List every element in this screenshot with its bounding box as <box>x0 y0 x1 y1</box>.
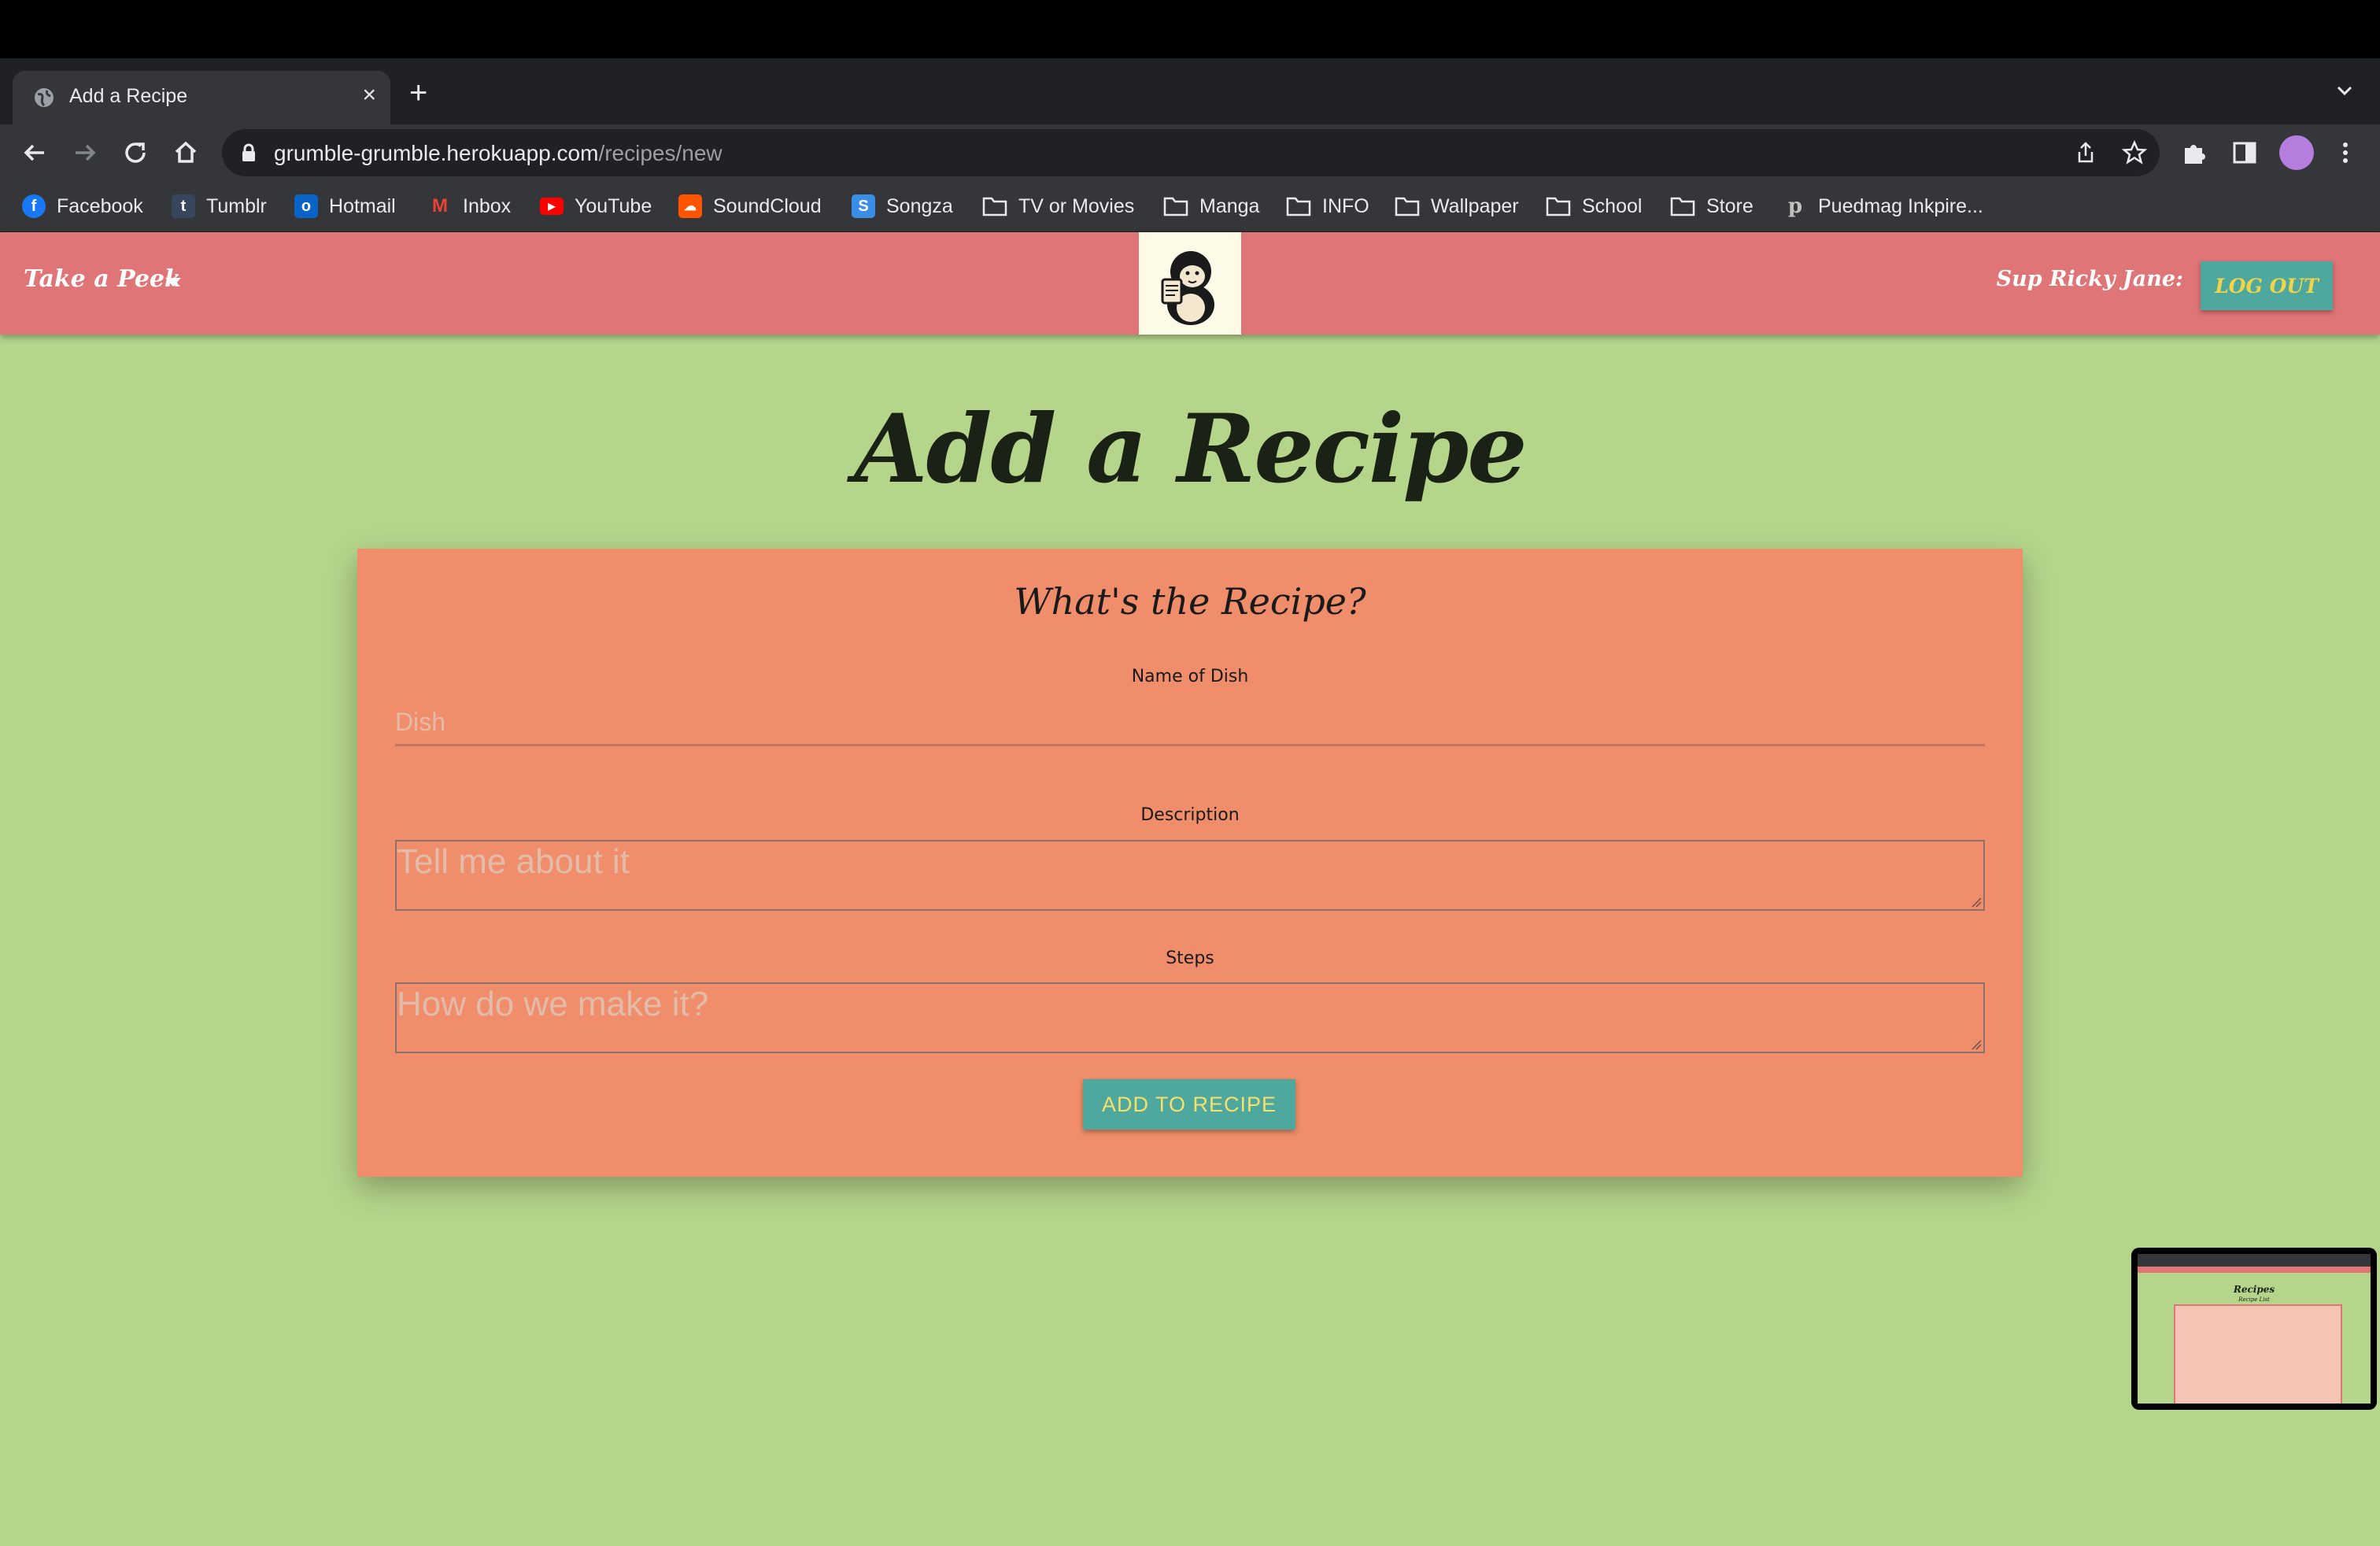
bookmark-label: Tumblr <box>206 194 267 217</box>
bookmark-label: School <box>1582 194 1643 217</box>
bookmark-label: Wallpaper <box>1431 194 1519 217</box>
bookmark-folder-store[interactable]: Store <box>1670 194 1754 219</box>
bookmark-label: Manga <box>1199 194 1260 217</box>
logout-button[interactable]: LOG OUT <box>2201 261 2333 310</box>
more-menu-icon[interactable] <box>2331 139 2360 167</box>
facebook-icon: f <box>22 194 46 218</box>
side-panel-icon[interactable] <box>2230 139 2259 167</box>
bookmarks-bar: f Facebook t Tumblr o Hotmail M Inbox ▶ YouTu… <box>0 181 2380 232</box>
folder-icon <box>1670 197 1695 216</box>
screen-top-bar <box>0 0 2380 58</box>
description-placeholder: Tell me about it <box>397 842 630 881</box>
thumbnail-title: Recipes <box>2233 1284 2275 1295</box>
browser-toolbar: grumble-grumble.herokuapp.com/recipes/ne… <box>0 124 2380 181</box>
browser-tab-strip: Add a Recipe × + <box>0 58 2380 124</box>
chevron-down-icon[interactable] <box>2333 79 2356 102</box>
bookmark-label: TV or Movies <box>1018 194 1135 217</box>
lock-icon <box>242 143 255 161</box>
bookmark-folder-tv[interactable]: TV or Movies <box>982 194 1134 219</box>
bookmark-folder-info[interactable]: INFO <box>1286 194 1369 219</box>
extensions-icon[interactable] <box>2180 139 2208 167</box>
bookmark-puedmag[interactable]: p Puedmag Inkpire... <box>1783 194 1983 219</box>
steps-placeholder: How do we make it? <box>397 985 709 1023</box>
share-icon[interactable] <box>2073 140 2098 165</box>
bookmark-label: Hotmail <box>329 194 396 217</box>
tumblr-icon: t <box>172 194 195 218</box>
dish-input[interactable]: Dish <box>395 700 1985 746</box>
folder-icon <box>1163 197 1188 216</box>
folder-icon <box>1286 197 1311 216</box>
bookmark-label: YouTube <box>575 194 652 217</box>
bookmark-label: INFO <box>1322 194 1369 217</box>
thumbnail-subtitle: Recipe List <box>2238 1296 2270 1303</box>
bookmark-facebook[interactable]: f Facebook <box>22 194 143 219</box>
url-host: grumble-grumble.herokuapp.com <box>274 141 599 165</box>
screenshot-thumbnail[interactable]: Recipes Recipe List <box>2131 1248 2377 1410</box>
bookmark-folder-wallpaper[interactable]: Wallpaper <box>1395 194 1519 219</box>
folder-icon <box>982 197 1007 216</box>
bookmark-label: Inbox <box>463 194 512 217</box>
bookmark-tumblr[interactable]: t Tumblr <box>172 194 267 219</box>
soundcloud-icon: ☁ <box>678 194 702 218</box>
browser-tab[interactable]: Add a Recipe × <box>13 71 390 124</box>
bookmark-label: SoundCloud <box>713 194 822 217</box>
globe-icon <box>35 88 54 107</box>
url-path: /recipes/new <box>598 141 722 165</box>
description-label: Description <box>1140 805 1240 825</box>
description-textarea[interactable]: Tell me about it <box>395 840 1985 911</box>
outlook-icon: o <box>294 194 318 218</box>
thumbnail-table <box>2174 1304 2342 1404</box>
steps-textarea[interactable]: How do we make it? <box>395 982 1985 1053</box>
bookmark-label: Songza <box>886 194 953 217</box>
take-a-peek-menu[interactable]: Take a Peek <box>24 265 181 293</box>
bookmark-label: Facebook <box>57 194 143 217</box>
bookmark-songza[interactable]: S Songza <box>852 194 953 219</box>
thumbnail-navbar <box>2138 1267 2371 1273</box>
chef-mascot-icon <box>1161 251 1214 325</box>
puedmag-icon: p <box>1787 194 1803 218</box>
reload-icon[interactable] <box>118 135 153 170</box>
songza-icon: S <box>852 194 875 218</box>
bookmark-folder-manga[interactable]: Manga <box>1163 194 1259 219</box>
dish-label: Name of Dish <box>1131 667 1249 686</box>
star-icon[interactable] <box>2122 140 2147 165</box>
site-logo[interactable] <box>1139 232 1241 335</box>
profile-avatar[interactable] <box>2279 135 2314 170</box>
thumbnail-browser-chrome <box>2138 1254 2371 1267</box>
url-text: grumble-grumble.herokuapp.com/recipes/ne… <box>274 141 722 166</box>
bookmark-label: Store <box>1706 194 1754 217</box>
resize-grip-icon[interactable] <box>1971 1039 1982 1050</box>
add-to-recipe-button[interactable]: ADD TO RECIPE <box>1083 1079 1295 1130</box>
youtube-icon: ▶ <box>540 198 564 215</box>
recipe-form-card: What's the Recipe? Name of Dish Dish Des… <box>357 549 2023 1177</box>
bookmark-hotmail[interactable]: o Hotmail <box>294 194 396 219</box>
form-heading: What's the Recipe? <box>1014 580 1366 623</box>
caret-down-icon[interactable] <box>165 278 181 287</box>
bookmark-label: Puedmag Inkpire... <box>1818 194 1983 217</box>
thumbnail-preview: Recipes Recipe List <box>2138 1254 2371 1404</box>
close-tab-icon[interactable]: × <box>362 82 376 109</box>
page-title: Add a Recipe <box>854 394 1527 505</box>
bookmark-soundcloud[interactable]: ☁ SoundCloud <box>678 194 822 219</box>
forward-icon[interactable] <box>68 135 102 170</box>
steps-label: Steps <box>1166 949 1214 968</box>
bookmark-youtube[interactable]: ▶ YouTube <box>540 194 652 219</box>
bookmark-folder-school[interactable]: School <box>1546 194 1642 219</box>
folder-icon <box>1546 197 1571 216</box>
back-icon[interactable] <box>17 135 52 170</box>
bookmark-inbox[interactable]: M Inbox <box>428 194 511 219</box>
user-greeting: Sup Ricky Jane: <box>1996 267 2183 291</box>
address-bar[interactable]: grumble-grumble.herokuapp.com/recipes/ne… <box>222 129 2160 176</box>
app-navbar: Take a Peek Sup Ricky Jane: LOG OUT <box>0 232 2380 335</box>
gmail-icon: M <box>432 195 448 216</box>
resize-grip-icon[interactable] <box>1971 897 1982 908</box>
home-icon[interactable] <box>168 135 203 170</box>
folder-icon <box>1395 197 1420 216</box>
tab-title: Add a Recipe <box>69 85 188 107</box>
new-tab-icon[interactable]: + <box>409 77 427 109</box>
